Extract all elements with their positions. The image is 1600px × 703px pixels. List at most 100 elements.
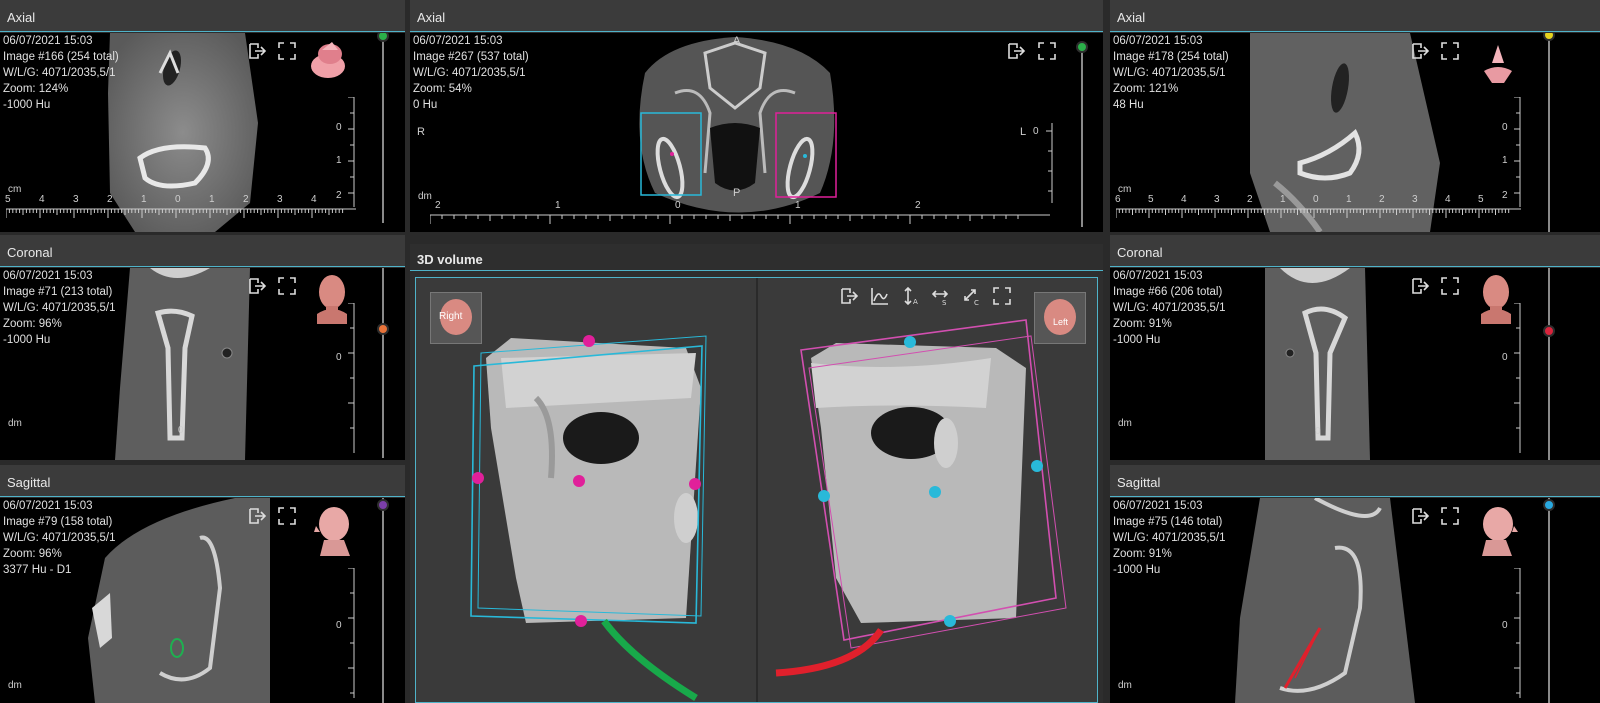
hu-value: 0 Hu bbox=[413, 99, 438, 111]
image-index: Image #178 (254 total) bbox=[1113, 51, 1229, 63]
scan-date: 06/07/2021 15:03 bbox=[3, 500, 93, 512]
ct-viewport[interactable]: 06/07/2021 15:03 Image #66 (206 total) W… bbox=[1110, 268, 1600, 460]
h-tick-label: 1 bbox=[141, 194, 147, 205]
slice-slider[interactable] bbox=[382, 33, 384, 223]
volume-viewport[interactable]: Right Left A S C bbox=[415, 277, 1098, 703]
h-tick-label: 2 bbox=[1247, 194, 1253, 205]
fullscreen-icon[interactable] bbox=[1440, 506, 1460, 526]
cube-face-label: Right bbox=[439, 311, 463, 322]
export-icon[interactable] bbox=[1410, 506, 1430, 526]
axial-center-panel[interactable]: Axial 06/07/2021 15:03 Image #267 (537 t… bbox=[410, 0, 1103, 232]
panel-title: Axial bbox=[7, 10, 36, 25]
v-tick-label: 1 bbox=[336, 155, 342, 166]
ct-viewport[interactable]: 06/07/2021 15:03 Image #267 (537 total) … bbox=[410, 33, 1103, 232]
h-tick-label: 2 bbox=[107, 194, 113, 205]
h-tick-label: 1 bbox=[555, 200, 561, 211]
ct-viewport[interactable]: 06/07/2021 15:03 Image #71 (213 total) W… bbox=[0, 268, 405, 460]
slice-slider[interactable] bbox=[1548, 268, 1550, 460]
slice-slider[interactable] bbox=[1081, 47, 1083, 227]
coronal-left-panel[interactable]: Coronal 06/07/2021 15:03 Image #71 (213 … bbox=[0, 235, 405, 460]
axial-arrow-icon[interactable]: A bbox=[901, 286, 921, 306]
h-tick-label: 1 bbox=[795, 200, 801, 211]
export-icon[interactable] bbox=[839, 286, 859, 306]
v-tick-label: 1 bbox=[1502, 155, 1508, 166]
image-index: Image #71 (213 total) bbox=[3, 286, 113, 298]
vertical-ruler bbox=[1514, 97, 1521, 207]
panel-title: 3D volume bbox=[417, 252, 483, 267]
fullscreen-icon[interactable] bbox=[1037, 41, 1057, 61]
window-level: W/L/G: 4071/2035,5/1 bbox=[1113, 302, 1226, 314]
slice-slider-knob[interactable] bbox=[377, 499, 389, 511]
slice-slider-knob[interactable] bbox=[1543, 499, 1555, 511]
v-tick-label: 0 bbox=[1502, 620, 1508, 631]
axial-left-panel[interactable]: Axial 06/07/2021 15:03 Image #166 (254 t… bbox=[0, 0, 405, 232]
svg-text:A: A bbox=[913, 298, 918, 306]
h-tick-label: 4 bbox=[39, 194, 45, 205]
ruler-unit: dm bbox=[8, 680, 22, 691]
export-icon[interactable] bbox=[247, 276, 267, 296]
export-icon[interactable] bbox=[247, 506, 267, 526]
panel-header: Coronal bbox=[1110, 235, 1600, 267]
image-index: Image #66 (206 total) bbox=[1113, 286, 1223, 298]
slice-slider[interactable] bbox=[1548, 498, 1550, 703]
h-tick-label: 5 bbox=[1478, 194, 1484, 205]
fullscreen-icon[interactable] bbox=[1440, 276, 1460, 296]
ct-viewport[interactable]: 06/07/2021 15:03 Image #79 (158 total) W… bbox=[0, 498, 405, 703]
orientation-cube-left[interactable]: Left bbox=[1034, 292, 1086, 344]
slice-slider[interactable] bbox=[382, 498, 384, 703]
horizontal-ruler bbox=[430, 214, 1050, 224]
fullscreen-icon[interactable] bbox=[1440, 41, 1460, 61]
zoom-level: Zoom: 91% bbox=[1113, 318, 1172, 330]
ruler-unit: dm bbox=[1118, 680, 1132, 691]
ct-viewport[interactable]: 06/07/2021 15:03 Image #75 (146 total) W… bbox=[1110, 498, 1600, 703]
scan-date: 06/07/2021 15:03 bbox=[1113, 500, 1203, 512]
slice-slider-knob[interactable] bbox=[1076, 41, 1088, 53]
right-label: R bbox=[417, 126, 425, 138]
sagittal-left-panel[interactable]: Sagittal 06/07/2021 15:03 Image #79 (158… bbox=[0, 465, 405, 703]
export-icon[interactable] bbox=[1006, 41, 1026, 61]
h-tick-label: 4 bbox=[1181, 194, 1187, 205]
ct-viewport[interactable]: 06/07/2021 15:03 Image #166 (254 total) … bbox=[0, 33, 405, 232]
sagittal-orientation-head-icon bbox=[310, 504, 356, 559]
h-tick-label: 0 bbox=[1313, 194, 1319, 205]
panel-header: Axial bbox=[410, 0, 1103, 32]
v-tick-label: 0 bbox=[1033, 126, 1039, 137]
orientation-cube-right[interactable]: Right bbox=[430, 292, 482, 344]
window-level: W/L/G: 4071/2035,5/1 bbox=[1113, 532, 1226, 544]
v-tick-label: 2 bbox=[336, 190, 342, 201]
fullscreen-icon[interactable] bbox=[277, 506, 297, 526]
histogram-icon[interactable] bbox=[870, 286, 890, 306]
vertical-ruler bbox=[348, 568, 355, 698]
slice-slider[interactable] bbox=[1548, 33, 1550, 232]
export-icon[interactable] bbox=[1410, 276, 1430, 296]
panel-title: Coronal bbox=[1117, 245, 1163, 260]
slice-slider-knob[interactable] bbox=[1543, 325, 1555, 337]
zoom-level: Zoom: 96% bbox=[3, 318, 62, 330]
zoom-level: Zoom: 124% bbox=[3, 83, 69, 95]
axial-right-panel[interactable]: Axial 06/07/2021 15:03 Image #178 (254 t… bbox=[1110, 0, 1600, 232]
image-index: Image #79 (158 total) bbox=[3, 516, 113, 528]
anterior-label: A bbox=[733, 35, 741, 47]
window-level: W/L/G: 4071/2035,5/1 bbox=[3, 67, 116, 79]
horizontal-ruler bbox=[1116, 208, 1521, 218]
ct-viewport[interactable]: 06/07/2021 15:03 Image #178 (254 total) … bbox=[1110, 33, 1600, 232]
export-icon[interactable] bbox=[1410, 41, 1430, 61]
panel-header: Axial bbox=[1110, 0, 1600, 32]
volume-3d-panel[interactable]: 3D volume Right Left A S C bbox=[410, 244, 1103, 703]
slice-slider[interactable] bbox=[382, 268, 384, 458]
sagittal-arrow-icon[interactable]: S bbox=[931, 286, 951, 307]
coronal-arrow-icon[interactable]: C bbox=[962, 286, 982, 307]
image-index: Image #267 (537 total) bbox=[413, 51, 529, 63]
sagittal-right-panel[interactable]: Sagittal 06/07/2021 15:03 Image #75 (146… bbox=[1110, 465, 1600, 703]
fullscreen-icon[interactable] bbox=[277, 41, 297, 61]
coronal-orientation-head-icon bbox=[312, 272, 352, 327]
coronal-orientation-head-icon bbox=[1476, 272, 1516, 327]
slice-slider-knob[interactable] bbox=[377, 323, 389, 335]
export-icon[interactable] bbox=[247, 41, 267, 61]
coronal-right-panel[interactable]: Coronal 06/07/2021 15:03 Image #66 (206 … bbox=[1110, 235, 1600, 460]
vertical-ruler bbox=[348, 97, 355, 207]
fullscreen-icon[interactable] bbox=[992, 286, 1012, 306]
fullscreen-icon[interactable] bbox=[277, 276, 297, 296]
v-tick-label: 0 bbox=[1502, 122, 1508, 133]
scan-date: 06/07/2021 15:03 bbox=[1113, 35, 1203, 47]
